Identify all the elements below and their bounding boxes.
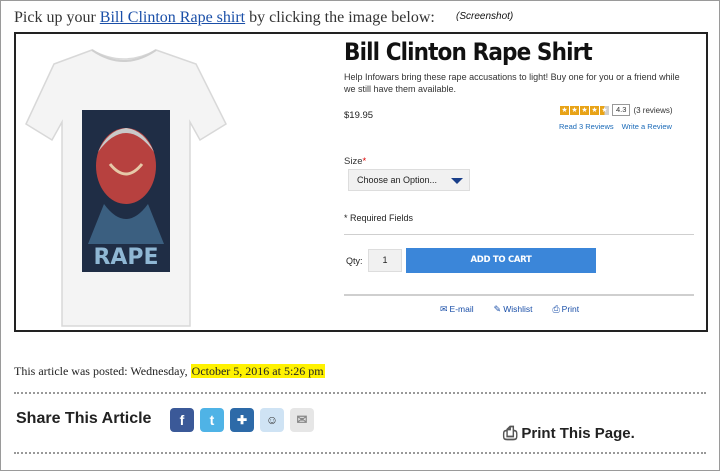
posted-prefix: This article was posted: Wednesday, (14, 364, 191, 378)
posted-date-line: This article was posted: Wednesday, Octo… (14, 364, 325, 379)
required-fields-note: * Required Fields (344, 213, 414, 223)
product-price: $19.95 (344, 110, 374, 121)
wishlist-label: Wishlist (503, 304, 533, 314)
rating-stars: ★ ★ ★ ★ ★ (560, 105, 609, 115)
email-share-icon[interactable]: ✉ (290, 408, 314, 432)
review-links: Read 3 Reviews Write a Review (559, 122, 672, 131)
product-share-links: ✉ E-mail ✎ Wishlist ⎙ Print (440, 304, 579, 315)
email-label: E-mail (449, 304, 474, 314)
facebook-icon[interactable]: f (170, 408, 194, 432)
intro-suffix: by clicking the image below: (245, 9, 435, 26)
review-count: (3 reviews) (633, 105, 673, 115)
star-icon: ★ (580, 105, 589, 115)
qty-input[interactable]: 1 (368, 249, 402, 272)
qty-label: Qty: (346, 256, 363, 266)
size-label-text: Size (344, 156, 363, 167)
print-label: Print (561, 304, 580, 314)
envelope-icon: ✉ (440, 304, 448, 314)
email-link[interactable]: ✉ E-mail (440, 304, 474, 315)
print-page-button[interactable]: ⎙ Print This Page. (503, 423, 635, 444)
product-title: Bill Clinton Rape Shirt (344, 38, 593, 66)
intro-prefix: Pick up your (14, 9, 100, 26)
print-link[interactable]: ⎙ Print (552, 304, 579, 315)
shirt-link[interactable]: Bill Clinton Rape shirt (100, 9, 245, 26)
star-icon: ★ (560, 105, 569, 115)
posted-date: October 5, 2016 at 5:26 pm (190, 364, 325, 378)
print-page-label: Print This Page. (521, 425, 635, 442)
size-select-value: Choose an Option... (357, 175, 438, 185)
rating-score: 4.3 (612, 104, 631, 116)
divider (344, 294, 694, 296)
star-icon: ★ (570, 105, 579, 115)
screenshot-caption: (Screenshot) (456, 11, 514, 22)
reddit-icon[interactable]: ☺ (260, 408, 284, 432)
share-title: Share This Article (16, 410, 152, 427)
delicious-icon[interactable]: ✚ (230, 408, 254, 432)
size-label: Size* (344, 156, 366, 167)
write-review-link[interactable]: Write a Review (622, 122, 672, 131)
dotted-divider (14, 392, 706, 394)
intro-text: Pick up your Bill Clinton Rape shirt by … (14, 9, 435, 27)
size-select[interactable]: Choose an Option... (348, 169, 470, 191)
printer-icon: ⎙ (552, 304, 560, 314)
read-reviews-link[interactable]: Read 3 Reviews (559, 122, 614, 131)
tshirt-image[interactable]: RAPE (14, 44, 234, 330)
chevron-down-icon (451, 178, 463, 184)
twitter-icon[interactable]: t (200, 408, 224, 432)
wishlist-link[interactable]: ✎ Wishlist (494, 304, 533, 315)
dotted-divider (14, 452, 706, 454)
wishlist-icon: ✎ (493, 304, 502, 314)
printer-icon: ⎙ (503, 423, 518, 443)
rating-summary: ★ ★ ★ ★ ★ 4.3 (3 reviews) (560, 104, 673, 116)
star-icon: ★ (590, 105, 599, 115)
required-mark: * (362, 156, 367, 167)
half-star-icon: ★ (600, 105, 609, 115)
product-description: Help Infowars bring these rape accusatio… (344, 72, 680, 94)
add-to-cart-button[interactable]: ADD TO CART (406, 248, 596, 273)
divider (344, 234, 694, 235)
portrait-face (96, 128, 156, 204)
shirt-print-text: RAPE (93, 245, 158, 270)
